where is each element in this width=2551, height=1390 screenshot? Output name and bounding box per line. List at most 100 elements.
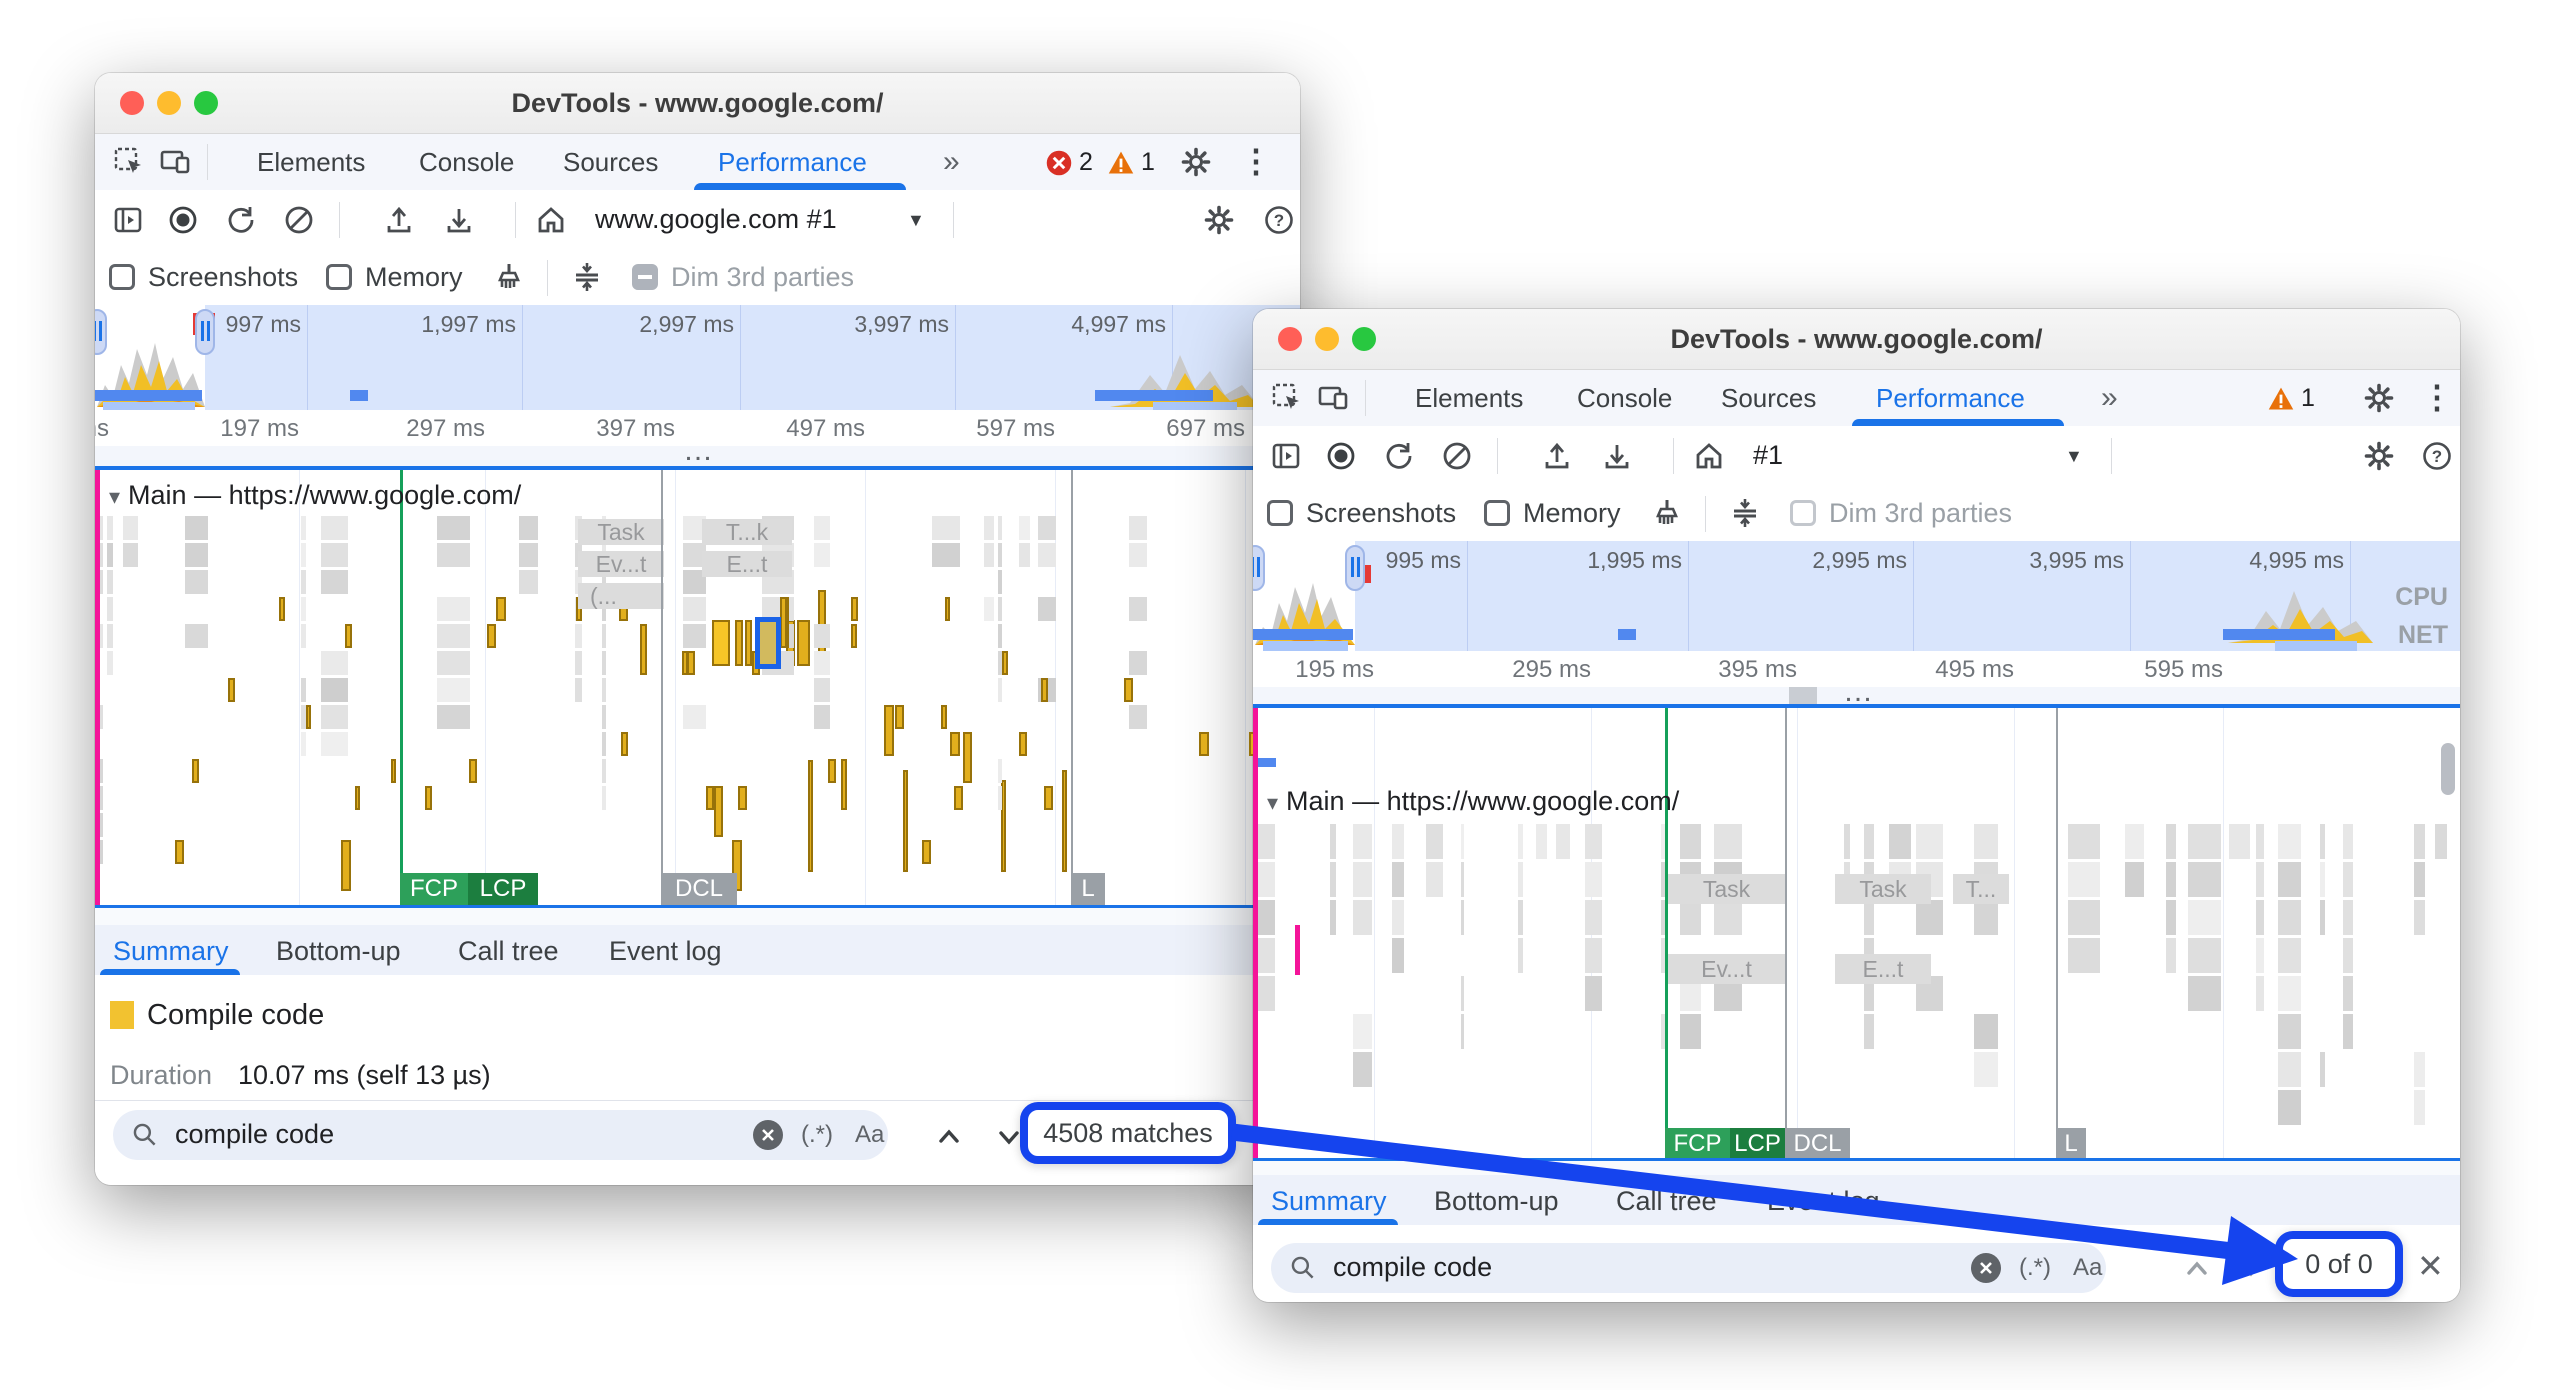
disclosure-triangle-icon[interactable]: ▾ [1267,790,1278,815]
flamechart-canvas[interactable] [100,516,1295,872]
kebab-menu-icon[interactable]: ⋮ [2421,378,2453,416]
track-header[interactable]: ▾Main — https://www.google.com/ [109,480,521,511]
help-icon[interactable] [1263,204,1295,236]
device-toolbar-icon[interactable] [1317,382,1349,414]
target-select[interactable]: www.google.com #1 [595,204,837,235]
tab-summary[interactable]: Summary [1271,1186,1387,1217]
kebab-menu-icon[interactable]: ⋮ [1240,142,1272,180]
load-profile-icon[interactable] [383,204,415,236]
tab-console[interactable]: Console [419,134,514,190]
toggle-sidebar-icon[interactable] [1270,440,1302,472]
record-icon[interactable] [1325,440,1357,472]
panel-resize-strip[interactable]: … [95,446,1300,466]
search-query[interactable]: compile code [175,1119,334,1150]
l-marker-badge[interactable]: L [1071,873,1105,905]
search-field[interactable]: compile code (.*) Aa [113,1110,888,1160]
tab-event-log[interactable]: Event log [1767,1186,1880,1217]
warning-badge-icon[interactable] [2267,385,2295,413]
settings-gear-icon[interactable] [2363,382,2395,414]
close-search-icon[interactable]: ✕ [2417,1247,2444,1285]
tab-call-tree[interactable]: Call tree [1616,1186,1717,1217]
tab-bottom-up[interactable]: Bottom-up [1434,1186,1559,1217]
scrubber-handle[interactable] [1789,687,1817,704]
fcp-marker-badge[interactable]: FCP [400,873,468,905]
selection-right-handle[interactable] [1345,545,1365,591]
load-profile-icon[interactable] [1541,440,1573,472]
main-flamechart-pane[interactable]: ▾Main — https://www.google.com/ Task Tas… [1253,708,2460,1158]
task-label[interactable]: T...k [702,519,792,545]
previous-match-icon[interactable] [933,1121,965,1153]
drag-handle-dots[interactable]: … [683,434,715,468]
match-case-toggle[interactable]: Aa [855,1121,884,1149]
panel-resize-strip[interactable]: … [1253,687,2460,704]
timeline-overview[interactable]: 995 ms 1,995 ms 2,995 ms 3,995 ms 4,995 … [1253,541,2460,651]
tab-elements[interactable]: Elements [257,134,365,190]
call-label[interactable]: (... [578,583,664,609]
tab-bottom-up[interactable]: Bottom-up [276,936,401,967]
event-label[interactable]: E...t [702,551,792,577]
collapse-sections-icon[interactable] [571,261,603,293]
task-label[interactable]: T... [1953,874,2009,904]
task-label[interactable]: Task [578,519,664,545]
main-flamechart-pane[interactable]: ▾Main — https://www.google.com/ Task T..… [95,470,1300,905]
event-label[interactable]: Ev...t [578,551,664,577]
record-icon[interactable] [167,204,199,236]
tab-summary[interactable]: Summary [113,936,229,967]
event-label[interactable]: Ev...t [1668,954,1785,984]
tab-performance[interactable]: Performance [1876,370,2025,426]
vertical-scrollbar[interactable] [2441,743,2455,795]
disclosure-triangle-icon[interactable]: ▾ [109,484,120,509]
tab-elements[interactable]: Elements [1415,370,1523,426]
match-case-toggle[interactable]: Aa [2073,1254,2102,1282]
tab-sources[interactable]: Sources [1721,370,1816,426]
search-query[interactable]: compile code [1333,1252,1492,1283]
more-tabs-icon[interactable]: » [943,134,960,190]
help-icon[interactable] [2421,440,2453,472]
collect-garbage-icon[interactable] [493,261,525,293]
target-select[interactable]: #1 [1753,440,1783,471]
dcl-marker-badge[interactable]: DCL [1785,1128,1850,1158]
more-tabs-icon[interactable]: » [2101,370,2118,426]
previous-match-icon[interactable] [2181,1253,2213,1285]
save-profile-icon[interactable] [1601,440,1633,472]
home-icon[interactable] [1693,440,1725,472]
clear-search-icon[interactable] [753,1120,783,1150]
inspect-icon[interactable] [1271,382,1303,414]
warning-badge-icon[interactable] [1107,149,1135,177]
lcp-marker-badge[interactable]: LCP [1730,1128,1785,1158]
search-field[interactable]: compile code (.*) Aa [1271,1243,2106,1293]
collect-garbage-icon[interactable] [1651,497,1683,529]
inspect-icon[interactable] [113,146,145,178]
clear-icon[interactable] [1441,440,1473,472]
regex-toggle[interactable]: (.*) [801,1121,833,1149]
dim-3rd-parties-checkbox[interactable] [1790,500,1816,526]
tab-call-tree[interactable]: Call tree [458,936,559,967]
selected-compile-code-event[interactable] [755,617,781,669]
clear-search-icon[interactable] [1971,1253,2001,1283]
track-header[interactable]: ▾Main — https://www.google.com/ [1267,786,1679,817]
task-label[interactable]: Task [1668,874,1785,904]
memory-checkbox[interactable] [1484,500,1510,526]
settings-gear-icon[interactable] [1180,146,1212,178]
tab-performance[interactable]: Performance [718,134,867,190]
screenshots-checkbox[interactable] [109,264,135,290]
error-badge-icon[interactable] [1045,149,1073,177]
tab-console[interactable]: Console [1577,370,1672,426]
selection-right-handle[interactable] [195,309,215,355]
collapse-sections-icon[interactable] [1729,497,1761,529]
fcp-marker-badge[interactable]: FCP [1665,1128,1730,1158]
tab-sources[interactable]: Sources [563,134,658,190]
l-marker-badge[interactable]: L [2056,1128,2086,1158]
regex-toggle[interactable]: (.*) [2019,1254,2051,1282]
lcp-marker-badge[interactable]: LCP [468,873,538,905]
toggle-sidebar-icon[interactable] [112,204,144,236]
capture-settings-gear-icon[interactable] [2363,440,2395,472]
timeline-overview[interactable]: 997 ms 1,997 ms 2,997 ms 3,997 ms 4,997 … [95,305,1300,410]
dcl-marker-badge[interactable]: DCL [661,873,737,905]
clear-icon[interactable] [283,204,315,236]
target-select-caret-icon[interactable]: ▼ [907,210,925,231]
device-toolbar-icon[interactable] [159,146,191,178]
event-label[interactable]: E...t [1835,954,1931,984]
capture-settings-gear-icon[interactable] [1203,204,1235,236]
tab-event-log[interactable]: Event log [609,936,722,967]
